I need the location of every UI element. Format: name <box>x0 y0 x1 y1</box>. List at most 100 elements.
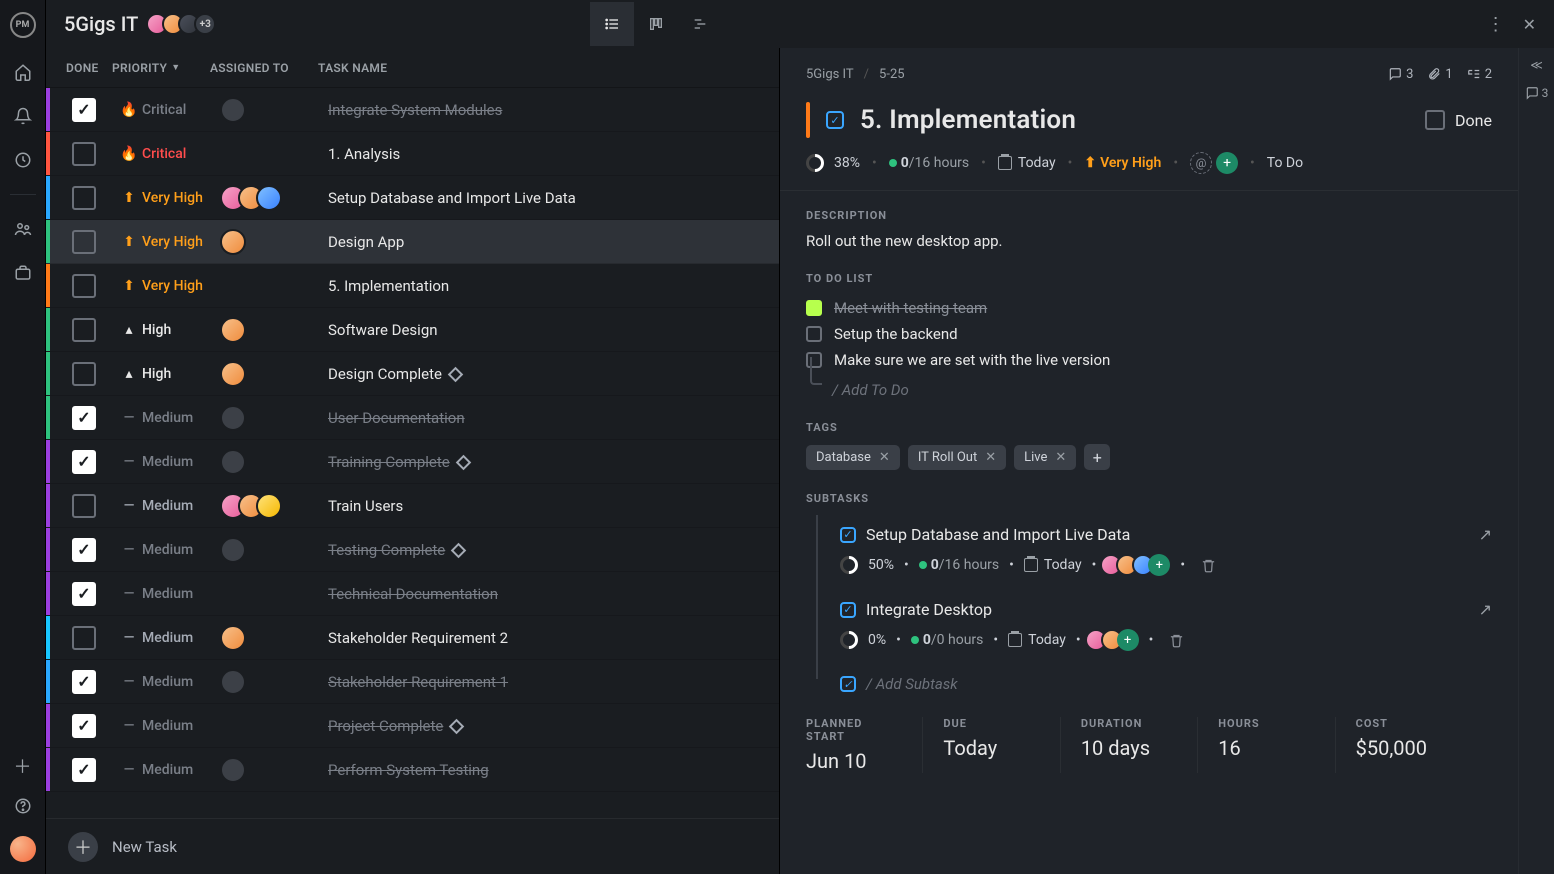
briefcase-icon[interactable] <box>13 263 33 283</box>
done-checkbox[interactable] <box>1425 110 1445 130</box>
row-checkbox[interactable] <box>72 142 96 166</box>
row-assignees[interactable] <box>220 493 328 519</box>
row-priority[interactable]: 🔥Critical <box>122 102 220 118</box>
subtask[interactable]: Setup Database and Import Live Data↗50%•… <box>806 515 1492 590</box>
col-done[interactable]: DONE <box>66 61 112 75</box>
tag-add[interactable]: + <box>1084 444 1110 470</box>
row-checkbox[interactable] <box>72 274 96 298</box>
task-row[interactable]: —MediumTrain Users <box>46 484 779 528</box>
clock-icon[interactable] <box>13 150 33 170</box>
current-user-avatar[interactable] <box>10 836 36 862</box>
row-assignees[interactable] <box>220 669 328 695</box>
row-priority[interactable]: —Medium <box>122 454 220 470</box>
subtask[interactable]: Integrate Desktop↗0%•0/0 hours•Today•+• <box>806 590 1492 665</box>
col-priority[interactable]: PRIORITY▼ <box>112 61 210 75</box>
row-priority[interactable]: —Medium <box>122 718 220 734</box>
add-assignee-icon[interactable]: + <box>1148 554 1170 576</box>
task-row[interactable]: ⬆Very High5. Implementation <box>46 264 779 308</box>
trash-icon[interactable] <box>1169 633 1184 648</box>
row-checkbox[interactable] <box>72 538 96 562</box>
stat-cost[interactable]: COST$50,000 <box>1356 717 1472 773</box>
task-row[interactable]: 🔥Critical1. Analysis <box>46 132 779 176</box>
status[interactable]: To Do <box>1267 155 1303 171</box>
row-priority[interactable]: —Medium <box>122 586 220 602</box>
row-checkbox[interactable] <box>72 626 96 650</box>
row-priority[interactable]: ⬆Very High <box>122 190 220 206</box>
subtasks-count[interactable]: 2 <box>1467 67 1492 82</box>
home-icon[interactable] <box>13 62 33 82</box>
bell-icon[interactable] <box>13 106 33 126</box>
open-icon[interactable]: ↗ <box>1479 525 1492 544</box>
subtask-add[interactable]: / Add Subtask <box>806 665 1492 693</box>
stat-planned-start[interactable]: PLANNED STARTJun 10 <box>806 717 923 773</box>
task-row[interactable]: —MediumTesting Complete <box>46 528 779 572</box>
hours[interactable]: 0/16 hours <box>889 155 969 171</box>
row-priority[interactable]: —Medium <box>122 674 220 690</box>
task-row[interactable]: —MediumStakeholder Requirement 1 <box>46 660 779 704</box>
col-assigned[interactable]: ASSIGNED TO <box>210 61 318 75</box>
todo-item[interactable]: Setup the backend <box>806 321 1492 347</box>
tag[interactable]: Database✕ <box>806 445 900 470</box>
tag[interactable]: IT Roll Out✕ <box>908 445 1006 470</box>
row-assignees[interactable] <box>220 229 328 255</box>
task-row[interactable]: —MediumUser Documentation <box>46 396 779 440</box>
view-gantt-icon[interactable] <box>678 2 722 46</box>
subtask-assignees[interactable]: + <box>1091 629 1139 651</box>
tag-remove-icon[interactable]: ✕ <box>879 450 890 465</box>
view-board-icon[interactable] <box>634 2 678 46</box>
row-checkbox[interactable] <box>72 406 96 430</box>
task-row[interactable]: ⬆Very HighSetup Database and Import Live… <box>46 176 779 220</box>
row-checkbox[interactable] <box>72 318 96 342</box>
tag-remove-icon[interactable]: ✕ <box>1055 450 1066 465</box>
comments-count[interactable]: 3 <box>1388 67 1413 82</box>
description-text[interactable]: Roll out the new desktop app. <box>806 232 1492 250</box>
row-assignees[interactable] <box>220 317 328 343</box>
subtask-assignees[interactable]: + <box>1106 554 1170 576</box>
todo-item[interactable]: Meet with testing team <box>806 295 1492 321</box>
crumb-project[interactable]: 5Gigs IT <box>806 67 854 82</box>
row-assignees[interactable] <box>220 757 328 783</box>
app-logo[interactable]: PM <box>10 12 36 38</box>
row-priority[interactable]: ⬆Very High <box>122 278 220 294</box>
row-priority[interactable]: —Medium <box>122 542 220 558</box>
task-row[interactable]: —MediumStakeholder Requirement 2 <box>46 616 779 660</box>
todo-add[interactable]: / Add To Do <box>806 373 1492 399</box>
row-assignees[interactable] <box>220 185 328 211</box>
trash-icon[interactable] <box>1201 558 1216 573</box>
add-icon[interactable]: ＋ <box>13 756 33 776</box>
date[interactable]: Today <box>998 155 1056 171</box>
row-assignees[interactable] <box>220 405 328 431</box>
row-checkbox[interactable] <box>72 758 96 782</box>
row-priority[interactable]: —Medium <box>122 762 220 778</box>
todo-checkbox[interactable] <box>806 326 822 342</box>
task-row[interactable]: ▴HighSoftware Design <box>46 308 779 352</box>
task-row[interactable]: 🔥CriticalIntegrate System Modules <box>46 88 779 132</box>
row-priority[interactable]: —Medium <box>122 498 220 514</box>
row-assignees[interactable] <box>220 449 328 475</box>
row-checkbox[interactable] <box>72 494 96 518</box>
stat-hours[interactable]: HOURS16 <box>1218 717 1335 773</box>
comments-rail[interactable]: 3 <box>1525 86 1549 100</box>
help-icon[interactable] <box>13 796 33 816</box>
task-row[interactable]: —MediumPerform System Testing <box>46 748 779 792</box>
row-checkbox[interactable] <box>72 714 96 738</box>
row-assignees[interactable] <box>220 625 328 651</box>
people-icon[interactable] <box>13 219 33 239</box>
task-title[interactable]: 5. Implementation <box>860 105 1076 135</box>
priority[interactable]: ⬆ Very High <box>1084 155 1161 171</box>
attachments-count[interactable]: 1 <box>1427 67 1452 82</box>
avatar-more[interactable]: +3 <box>194 13 216 35</box>
row-priority[interactable]: —Medium <box>122 410 220 426</box>
row-priority[interactable]: ▴High <box>122 366 220 382</box>
row-checkbox[interactable] <box>72 186 96 210</box>
more-icon[interactable]: ⋮ <box>1487 14 1505 35</box>
row-priority[interactable]: 🔥Critical <box>122 146 220 162</box>
task-row[interactable]: —MediumProject Complete <box>46 704 779 748</box>
project-members[interactable]: +3 <box>152 13 216 35</box>
done-toggle[interactable]: Done <box>1425 110 1492 130</box>
row-checkbox[interactable] <box>72 450 96 474</box>
task-row[interactable]: —MediumTechnical Documentation <box>46 572 779 616</box>
row-assignees[interactable] <box>220 537 328 563</box>
row-assignees[interactable] <box>220 97 328 123</box>
tag-remove-icon[interactable]: ✕ <box>985 450 996 465</box>
